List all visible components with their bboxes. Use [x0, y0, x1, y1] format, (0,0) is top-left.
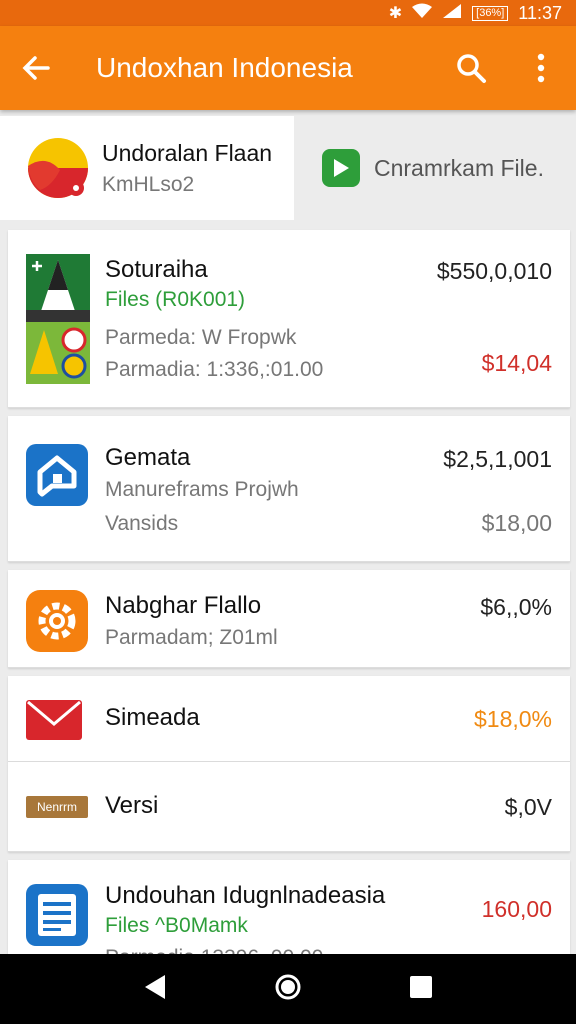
wifi-icon: [412, 3, 433, 24]
item-price: $18,0%: [473, 706, 552, 732]
search-button[interactable]: [436, 52, 506, 84]
item-price: $6,,0%: [480, 594, 552, 620]
list-item[interactable]: Nabghar Flallo Parmadam; Z01ml $6,,0%: [8, 570, 570, 668]
item-files: Files (R0K001): [105, 288, 246, 311]
item-price-secondary: $14,04: [481, 350, 552, 376]
page-title: Undoxhan Indonesia: [96, 52, 353, 83]
document-icon: [26, 884, 88, 951]
list-item[interactable]: Nenrrm Versi $,0V: [8, 762, 570, 852]
item-detail: Manureframs Projwh: [105, 478, 299, 501]
mail-icon: [26, 700, 82, 745]
item-files: Files ^B0Mamk: [105, 914, 248, 937]
app-logo-icon: [26, 136, 90, 200]
nav-back-button[interactable]: [143, 974, 167, 1005]
clock: 11:37: [518, 2, 562, 23]
circle-home-icon: [275, 974, 301, 999]
triangle-back-icon: [145, 974, 166, 999]
app-bar: Undoxhan Indonesia: [0, 26, 576, 110]
more-options-button[interactable]: [506, 53, 576, 83]
item-price: 160,00: [481, 896, 552, 922]
list-item[interactable]: Gemata Manureframs Projwh Vansids $2,5,1…: [8, 416, 570, 562]
item-detail: Vansids: [105, 512, 179, 535]
list-item[interactable]: Soturaiha Files (R0K001) Parmeda: W Frop…: [8, 230, 570, 408]
item-name: Nabghar Flallo: [105, 592, 262, 619]
gear-icon: [26, 590, 88, 657]
bluetooth-icon: ✱: [388, 5, 403, 22]
item-badge: Nenrrm: [26, 796, 88, 818]
item-name: Versi: [105, 792, 159, 819]
item-detail: Parmadia: 1:336,:01.00: [105, 358, 324, 381]
item-detail: Parmeda: W Fropwk: [105, 326, 297, 349]
system-nav-bar: [0, 954, 576, 1024]
item-name: Simeada: [105, 704, 200, 731]
item-name: Soturaiha: [105, 256, 208, 283]
item-detail: Parmadam; Z01ml: [105, 626, 278, 649]
search-icon: [457, 54, 486, 83]
arrow-left-icon: [22, 56, 50, 80]
tab-title: Undoralan Flaan: [102, 139, 273, 166]
nav-recents-button[interactable]: [409, 975, 433, 1004]
nav-home-button[interactable]: [274, 973, 302, 1006]
item-list: Soturaiha Files (R0K001) Parmeda: W Frop…: [8, 230, 570, 978]
item-price: $2,5,1,001: [443, 446, 552, 472]
back-button[interactable]: [0, 54, 72, 82]
signal-icon: [442, 3, 462, 24]
battery-indicator: [36%]: [472, 5, 509, 21]
tab-subtitle: KmHLso2: [102, 172, 195, 196]
tab-bar: Undoralan Flaan KmHLso2 Cnramrkam File.: [0, 116, 576, 220]
list-item[interactable]: Simeada $18,0%: [8, 676, 570, 762]
item-price: $,0V: [504, 794, 552, 820]
square-recents-icon: [409, 975, 432, 998]
tab-label: Cnramrkam File.: [374, 154, 544, 181]
more-vert-icon: [537, 53, 545, 83]
item-price: $550,0,010: [436, 258, 552, 284]
play-icon: [322, 149, 360, 187]
item-icon-monument: [26, 254, 90, 389]
item-name: Gemata: [105, 444, 191, 471]
tab-cnramrkam-files[interactable]: Cnramrkam File.: [294, 116, 576, 220]
status-bar: ✱ [36%] 11:37: [0, 0, 576, 26]
item-price-secondary: $18,00: [481, 510, 552, 536]
item-icon-home-chat: [26, 444, 88, 511]
tab-undoralan[interactable]: Undoralan Flaan KmHLso2: [0, 116, 294, 220]
item-name: Undouhan Idugnlnadeasia: [105, 882, 386, 909]
